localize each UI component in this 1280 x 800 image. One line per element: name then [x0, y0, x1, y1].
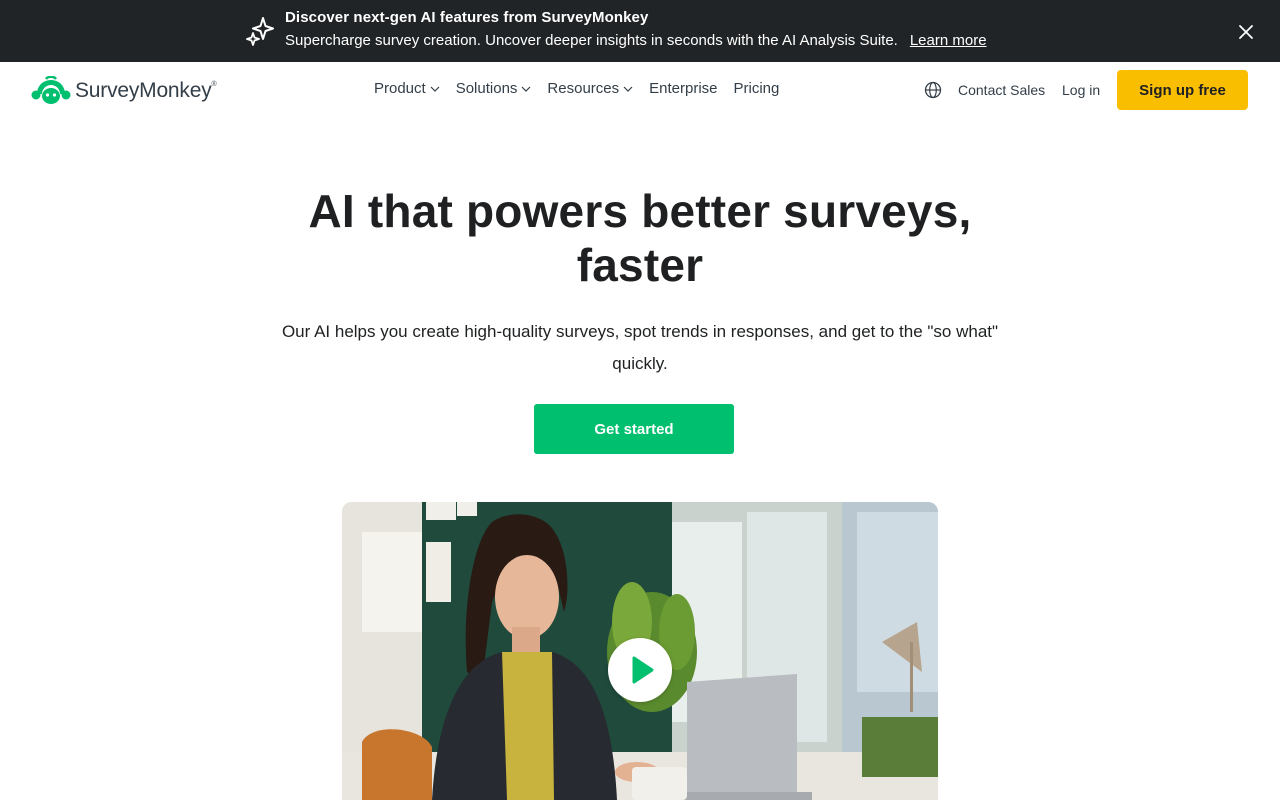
hero-video[interactable]	[342, 502, 938, 800]
nav-product-label: Product	[374, 80, 426, 97]
banner-text: Supercharge survey creation. Uncover dee…	[285, 32, 987, 49]
nav-product[interactable]: Product	[374, 80, 440, 97]
announcement-banner: Discover next-gen AI features from Surve…	[0, 0, 1280, 62]
login-link[interactable]: Log in	[1062, 82, 1100, 98]
chevron-down-icon	[623, 86, 633, 92]
get-started-button[interactable]: Get started	[534, 404, 734, 454]
nav-pricing-label: Pricing	[733, 80, 780, 97]
registered-mark: ®	[211, 81, 217, 88]
banner-title: Discover next-gen AI features from Surve…	[285, 9, 649, 26]
learn-more-link[interactable]: Learn more	[910, 32, 987, 49]
hero-subtitle: Our AI helps you create high-quality sur…	[281, 322, 999, 373]
hero-title: AI that powers better surveys, faster	[308, 185, 972, 291]
contact-sales-link[interactable]: Contact Sales	[958, 82, 1045, 98]
play-icon	[632, 656, 654, 684]
globe-icon[interactable]	[924, 81, 942, 99]
chevron-down-icon	[430, 86, 440, 92]
play-button[interactable]	[608, 638, 672, 702]
nav-resources[interactable]: Resources	[547, 80, 633, 97]
sparkle-icon	[246, 17, 274, 46]
nav-solutions-label: Solutions	[455, 80, 518, 97]
nav-solutions[interactable]: Solutions	[456, 80, 532, 97]
nav-pricing[interactable]: Pricing	[734, 80, 780, 97]
logo-wordmark: SurveyMonkey	[75, 79, 212, 102]
nav-enterprise[interactable]: Enterprise	[649, 80, 717, 97]
nav-enterprise-label: Enterprise	[649, 80, 718, 97]
surveymonkey-logo[interactable]: SurveyMonkey ®	[31, 75, 217, 107]
close-icon[interactable]	[1236, 22, 1256, 42]
nav-resources-label: Resources	[547, 80, 620, 97]
banner-description: Supercharge survey creation. Uncover dee…	[285, 32, 898, 49]
site-header: SurveyMonkey ® Product Solutions Resource…	[0, 62, 1280, 120]
signup-button[interactable]: Sign up free	[1117, 70, 1248, 110]
monkey-logo-icon	[31, 76, 71, 104]
chevron-down-icon	[521, 86, 531, 92]
main-nav: Product Solutions Resources Enterprise P…	[374, 80, 795, 97]
